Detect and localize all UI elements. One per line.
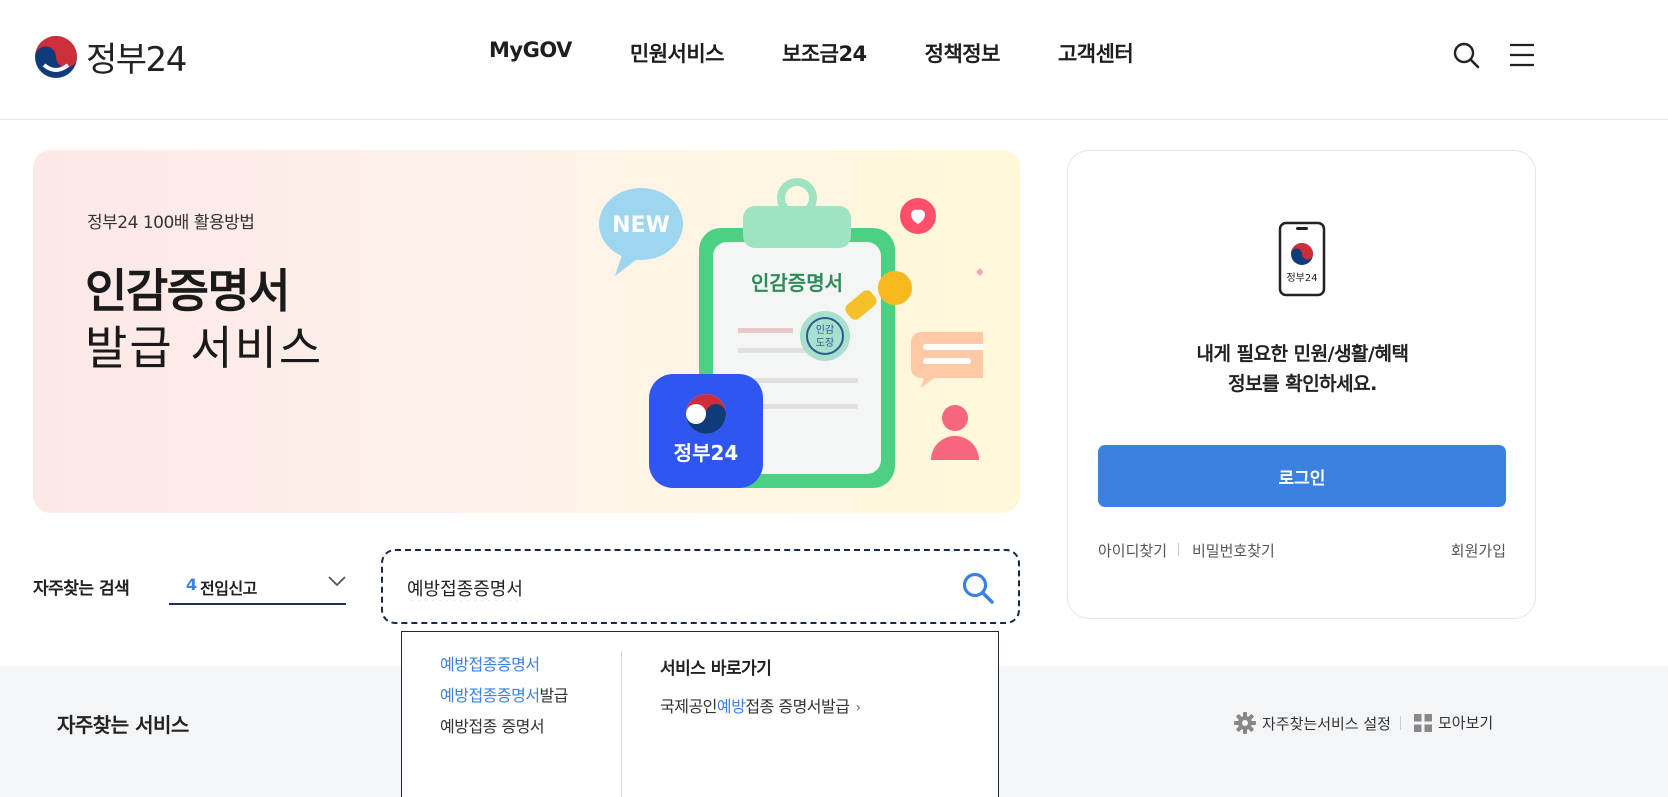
frequent-services-title: 자주찾는 서비스	[57, 713, 189, 737]
svg-text:도장: 도장	[816, 337, 834, 349]
autocomplete-item[interactable]: 예방접종증명서발급	[440, 685, 569, 716]
banner-title-2: 발급 서비스	[85, 321, 324, 375]
frequent-search-dropdown[interactable]: 4 전입신고	[169, 565, 346, 605]
quick-links-title: 서비스 바로가기	[660, 659, 772, 679]
site-logo[interactable]: 정부24	[34, 32, 187, 81]
new-bubble-icon: NEW	[599, 188, 683, 276]
svg-text:인감증명서: 인감증명서	[751, 271, 843, 295]
autocomplete-item[interactable]: 예방접종증명서	[440, 654, 568, 685]
search-submit-icon[interactable]	[961, 571, 995, 605]
autocomplete-item[interactable]: 예방접종 증명서	[440, 716, 568, 747]
autocomplete-list: 예방접종증명서 예방접종증명서발급 예방접종 증명서	[440, 654, 569, 747]
search-icon[interactable]	[1452, 41, 1480, 69]
find-password-link[interactable]: 비밀번호찾기	[1192, 540, 1275, 561]
settings-label: 자주찾는서비스 설정	[1262, 714, 1391, 733]
nav-mygov[interactable]: MyGOV	[489, 38, 572, 68]
signup-link[interactable]: 회원가입	[1451, 540, 1506, 561]
autocomplete-dropdown: 예방접종증명서 예방접종증명서발급 예방접종 증명서 서비스 바로가기 국제공인…	[401, 631, 999, 797]
person-icon	[931, 405, 979, 460]
frequent-search-rank: 4	[186, 575, 198, 594]
login-message: 내게 필요한 민원/생활/혜택 정보를 확인하세요.	[1068, 339, 1537, 399]
svg-text:NEW: NEW	[612, 213, 670, 238]
login-message-line1: 내게 필요한 민원/생활/혜택	[1196, 343, 1409, 365]
nav-policy-info[interactable]: 정책정보	[925, 38, 1001, 68]
login-message-line2: 정보를 확인하세요.	[1228, 373, 1377, 395]
banner-illustration: NEW 인감증명서 인감 도장 정부24	[599, 178, 983, 488]
chevron-down-icon	[328, 576, 346, 587]
svg-text:정부24: 정부24	[674, 441, 739, 465]
frequent-search-value: 전입신고	[200, 579, 257, 598]
heart-bubble-icon	[900, 198, 936, 234]
login-button[interactable]: 로그인	[1098, 445, 1506, 507]
search-box	[381, 549, 1020, 624]
frequent-services-settings-button[interactable]: 자주찾는서비스 설정	[1234, 712, 1391, 734]
promo-banner[interactable]: 정부24 100배 활용방법 인감증명서 발급 서비스 NEW 인감증명서 인감…	[33, 150, 1020, 513]
chevron-right-icon: ›	[855, 700, 861, 716]
view-all-label: 모아보기	[1438, 714, 1494, 732]
view-all-button[interactable]: 모아보기	[1414, 712, 1493, 733]
nav-civil-service[interactable]: 민원서비스	[630, 38, 725, 68]
mobile-phone-icon: 정부24	[1278, 221, 1326, 297]
nav-customer-center[interactable]: 고객센터	[1058, 38, 1134, 68]
autocomplete-divider	[621, 651, 622, 797]
bottom-divider	[1400, 716, 1401, 730]
search-input[interactable]	[407, 571, 947, 605]
gear-icon	[1234, 712, 1256, 734]
main-nav: MyGOV 민원서비스 보조금24 정책정보 고객센터	[489, 38, 1134, 68]
banner-subtitle: 정부24 100배 활용방법	[87, 213, 255, 233]
taegeuk-logo-icon	[35, 35, 77, 78]
hamburger-menu-icon[interactable]	[1508, 41, 1536, 69]
site-header: 정부24 MyGOV 민원서비스 보조금24 정책정보 고객센터	[0, 0, 1668, 120]
gov24-app-icon: 정부24	[649, 374, 763, 488]
frequent-search-label: 자주찾는 검색	[33, 579, 130, 599]
link-divider	[1178, 543, 1179, 556]
find-id-link[interactable]: 아이디찾기	[1098, 540, 1167, 561]
quick-link-intl-vaccination[interactable]: 국제공인예방접종 증명서발급 ›	[660, 693, 861, 717]
grid-icon	[1414, 713, 1432, 732]
svg-text:정부24: 정부24	[1286, 272, 1317, 284]
svg-text:인감: 인감	[816, 324, 834, 336]
login-card: 정부24 내게 필요한 민원/생활/혜택 정보를 확인하세요. 로그인 아이디찾…	[1067, 150, 1536, 619]
logo-text: 정부24	[86, 40, 187, 80]
nav-subsidy24[interactable]: 보조금24	[782, 38, 867, 68]
chat-bubble-icon	[911, 332, 983, 388]
